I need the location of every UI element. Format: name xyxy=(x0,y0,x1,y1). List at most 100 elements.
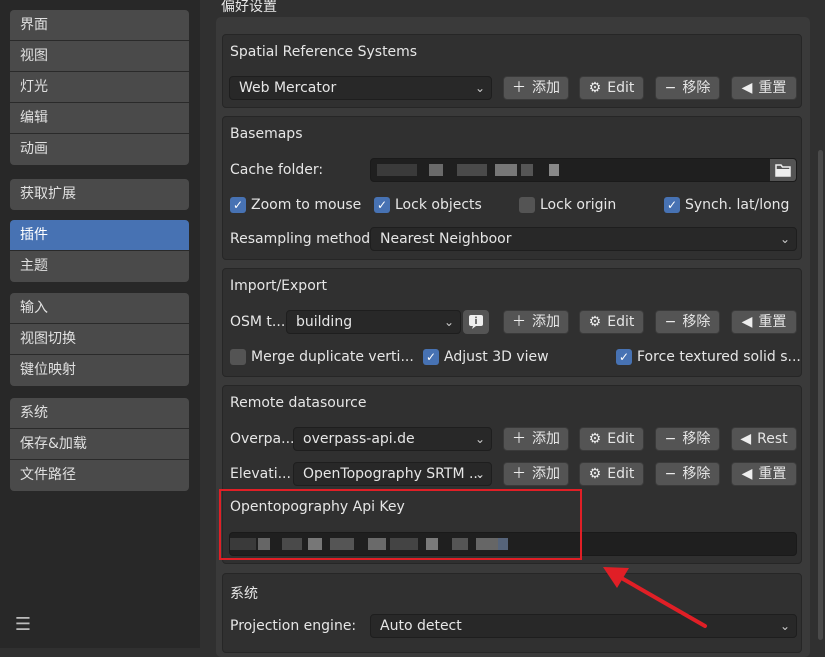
plus-icon: ＋ xyxy=(512,314,526,330)
page-title: 偏好设置 xyxy=(221,0,277,15)
folder-icon[interactable] xyxy=(770,159,796,181)
sidebar-group-addons: 插件 主题 xyxy=(10,220,189,282)
chevron-down-icon: ⌄ xyxy=(779,619,790,633)
plus-icon: ＋ xyxy=(512,431,526,447)
checkbox-empty-icon xyxy=(230,349,246,365)
projection-engine-select[interactable]: Auto detect ⌄ xyxy=(370,614,797,638)
osm-tags-select[interactable]: building ⌄ xyxy=(286,310,461,334)
merge-duplicate-checkbox[interactable]: Merge duplicate verti... xyxy=(230,347,414,367)
srs-box: Spatial Reference Systems Web Mercator ⌄… xyxy=(222,34,802,108)
gear-icon: ⚙ xyxy=(588,314,602,330)
check-icon: ✓ xyxy=(374,197,390,213)
elevation-reset-button[interactable]: ◀ 重置 xyxy=(731,462,797,486)
osm-edit-button[interactable]: ⚙ Edit xyxy=(579,310,644,334)
osm-add-button[interactable]: ＋添加 xyxy=(503,310,569,334)
srs-edit-button[interactable]: ⚙ Edit xyxy=(579,76,644,100)
sidebar-item-addons[interactable]: 插件 xyxy=(10,220,189,251)
cache-folder-label: Cache folder: xyxy=(230,162,324,178)
sidebar-group-extensions: 获取扩展 xyxy=(10,179,189,210)
importexport-title: Import/Export xyxy=(230,278,328,294)
osm-remove-button[interactable]: − 移除 xyxy=(655,310,720,334)
srs-add-button[interactable]: ＋添加 xyxy=(503,76,569,100)
sidebar-item-animation[interactable]: 动画 xyxy=(10,134,189,165)
check-icon: ✓ xyxy=(423,349,439,365)
sidebar-group-ui: 界面 视图 灯光 编辑 动画 xyxy=(10,10,189,165)
annotation-arrow-icon xyxy=(603,567,707,628)
minus-icon: − xyxy=(664,314,677,330)
sidebar-item-editing[interactable]: 编辑 xyxy=(10,103,189,134)
basemaps-title: Basemaps xyxy=(230,126,303,142)
osm-row: OSM t... xyxy=(230,310,285,334)
overpass-reset-button[interactable]: ◀ Rest xyxy=(731,427,797,451)
sidebar-item-save-load[interactable]: 保存&加载 xyxy=(10,429,189,460)
chevron-down-icon: ⌄ xyxy=(474,467,485,481)
overpass-add-button[interactable]: ＋添加 xyxy=(503,427,569,451)
adjust-3d-view-checkbox[interactable]: ✓ Adjust 3D view xyxy=(423,347,549,367)
sidebar-item-file-paths[interactable]: 文件路径 xyxy=(10,460,189,491)
plus-icon: ＋ xyxy=(512,466,526,482)
gear-icon: ⚙ xyxy=(588,431,602,447)
system-title: 系统 xyxy=(230,586,258,602)
elevation-add-button[interactable]: ＋添加 xyxy=(503,462,569,486)
chevron-down-icon: ⌄ xyxy=(474,432,485,446)
synch-latlong-checkbox[interactable]: ✓ Synch. lat/long xyxy=(664,195,789,215)
resampling-row: Resampling method: xyxy=(230,227,375,251)
elevation-select[interactable]: OpenTopography SRTM ... ⌄ xyxy=(293,462,492,486)
importexport-box: Import/Export OSM t... building ⌄ ＋添加 ⚙ E… xyxy=(222,268,802,377)
srs-reset-button[interactable]: ◀ 重置 xyxy=(731,76,797,100)
elevation-label: Elevati... xyxy=(230,466,291,482)
sidebar-group-input: 输入 视图切换 键位映射 xyxy=(10,293,189,386)
chevron-down-icon: ⌄ xyxy=(474,81,485,95)
projection-row: Projection engine: xyxy=(230,614,356,638)
force-textured-checkbox[interactable]: ✓ Force textured solid s... xyxy=(616,347,801,367)
triangle-left-icon: ◀ xyxy=(741,314,753,330)
annotation-highlight-box xyxy=(219,489,582,560)
overpass-remove-button[interactable]: − 移除 xyxy=(655,427,720,451)
basemaps-box: Basemaps Cache folder: ✓ Zoom to mouse ✓ L… xyxy=(222,116,802,260)
srs-remove-button[interactable]: − 移除 xyxy=(655,76,720,100)
osm-label: OSM t... xyxy=(230,314,286,330)
cache-folder-input[interactable] xyxy=(370,158,797,182)
sidebar-item-get-extensions[interactable]: 获取扩展 xyxy=(10,179,189,210)
minus-icon: − xyxy=(664,80,677,96)
plus-icon: ＋ xyxy=(512,80,526,96)
sidebar-item-lights[interactable]: 灯光 xyxy=(10,72,189,103)
triangle-left-icon: ◀ xyxy=(741,466,753,482)
info-icon[interactable] xyxy=(463,310,489,334)
lock-origin-checkbox[interactable]: Lock origin xyxy=(519,195,616,215)
elevation-remove-button[interactable]: − 移除 xyxy=(655,462,720,486)
remote-title: Remote datasource xyxy=(230,395,367,411)
minus-icon: − xyxy=(664,466,677,482)
minus-icon: − xyxy=(664,431,677,447)
sidebar-item-system[interactable]: 系统 xyxy=(10,398,189,429)
resampling-select[interactable]: Nearest Neighboor ⌄ xyxy=(370,227,797,251)
chevron-down-icon: ⌄ xyxy=(443,315,454,329)
lock-objects-checkbox[interactable]: ✓ Lock objects xyxy=(374,195,482,215)
srs-select-value: Web Mercator xyxy=(239,80,337,96)
cache-folder-row: Cache folder: xyxy=(230,158,323,182)
overpass-edit-button[interactable]: ⚙ Edit xyxy=(579,427,644,451)
check-icon: ✓ xyxy=(230,197,246,213)
hamburger-menu-icon[interactable]: ☰ xyxy=(10,612,36,638)
resampling-label: Resampling method: xyxy=(230,231,375,247)
srs-select[interactable]: Web Mercator ⌄ xyxy=(229,76,492,100)
overpass-select[interactable]: overpass-api.de ⌄ xyxy=(293,427,492,451)
overpass-label: Overpa... xyxy=(230,431,295,447)
checkbox-empty-icon xyxy=(519,197,535,213)
sidebar-item-navigation[interactable]: 视图切换 xyxy=(10,324,189,355)
sidebar: 界面 视图 灯光 编辑 动画 获取扩展 插件 主题 输入 视图切换 键位映射 系… xyxy=(0,0,200,648)
sidebar-item-themes[interactable]: 主题 xyxy=(10,251,189,282)
sidebar-item-input[interactable]: 输入 xyxy=(10,293,189,324)
gear-icon: ⚙ xyxy=(588,466,602,482)
sidebar-item-viewport[interactable]: 视图 xyxy=(10,41,189,72)
zoom-to-mouse-checkbox[interactable]: ✓ Zoom to mouse xyxy=(230,195,361,215)
scrollbar[interactable] xyxy=(818,150,823,640)
elevation-edit-button[interactable]: ⚙ Edit xyxy=(579,462,644,486)
overpass-row: Overpa... xyxy=(230,427,295,451)
osm-reset-button[interactable]: ◀ 重置 xyxy=(731,310,797,334)
srs-title: Spatial Reference Systems xyxy=(230,44,418,60)
sidebar-item-keymap[interactable]: 键位映射 xyxy=(10,355,189,386)
gear-icon: ⚙ xyxy=(588,80,602,96)
check-icon: ✓ xyxy=(664,197,680,213)
sidebar-item-interface[interactable]: 界面 xyxy=(10,10,189,41)
